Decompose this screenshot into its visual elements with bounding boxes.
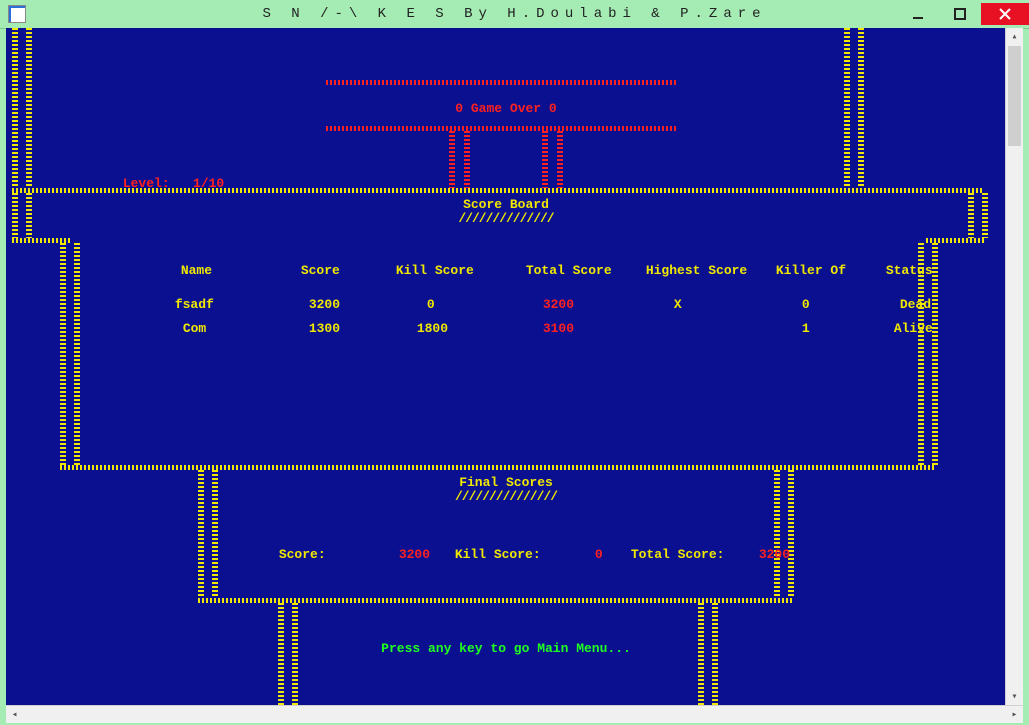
maximize-icon (954, 8, 966, 20)
final-underline: /////////////// (6, 490, 1006, 504)
prompt-text[interactable]: Press any key to go Main Menu... (6, 642, 1006, 656)
system-menu-icon[interactable] (8, 5, 26, 23)
vertical-scrollbar[interactable]: ▴ ▾ (1005, 28, 1023, 705)
scoreboard-underline: ////////////// (6, 212, 1006, 226)
frame-post (968, 193, 988, 238)
scroll-down-icon[interactable]: ▾ (1006, 688, 1023, 705)
horizontal-scrollbar[interactable]: ◂ ▸ (6, 705, 1023, 723)
scoreboard-title: Score Board (6, 198, 1006, 212)
scroll-thumb[interactable] (1008, 46, 1021, 146)
console-canvas[interactable]: 0 Game Over 0 Level: 1/10 Score Board //… (6, 28, 1006, 705)
banner-bar (326, 80, 676, 85)
frame-post (12, 193, 32, 238)
client-area: 0 Game Over 0 Level: 1/10 Score Board //… (6, 28, 1023, 705)
minimize-icon (912, 8, 924, 20)
minimize-button[interactable] (897, 3, 939, 25)
final-scores-line: Score:3200Kill Score:0Total Score:3200 (6, 534, 1006, 576)
window-title: S N /-\ K E S By H.Doulabi & P.Zare (262, 6, 766, 22)
scroll-right-icon[interactable]: ▸ (1006, 706, 1023, 723)
scroll-left-icon[interactable]: ◂ (6, 706, 23, 723)
game-over-text: 0 Game Over 0 (6, 102, 1006, 116)
frame-bar (60, 465, 935, 470)
window-titlebar: S N /-\ K E S By H.Doulabi & P.Zare (0, 0, 1029, 29)
scroll-up-icon[interactable]: ▴ (1006, 28, 1023, 45)
frame-bar (12, 188, 984, 193)
banner-bar (326, 126, 676, 131)
final-title: Final Scores (6, 476, 1006, 490)
window-buttons (897, 3, 1029, 25)
close-icon (999, 8, 1011, 20)
close-button[interactable] (981, 3, 1029, 25)
table-row: Com1300180031001Alive (6, 308, 1006, 350)
maximize-button[interactable] (939, 3, 981, 25)
